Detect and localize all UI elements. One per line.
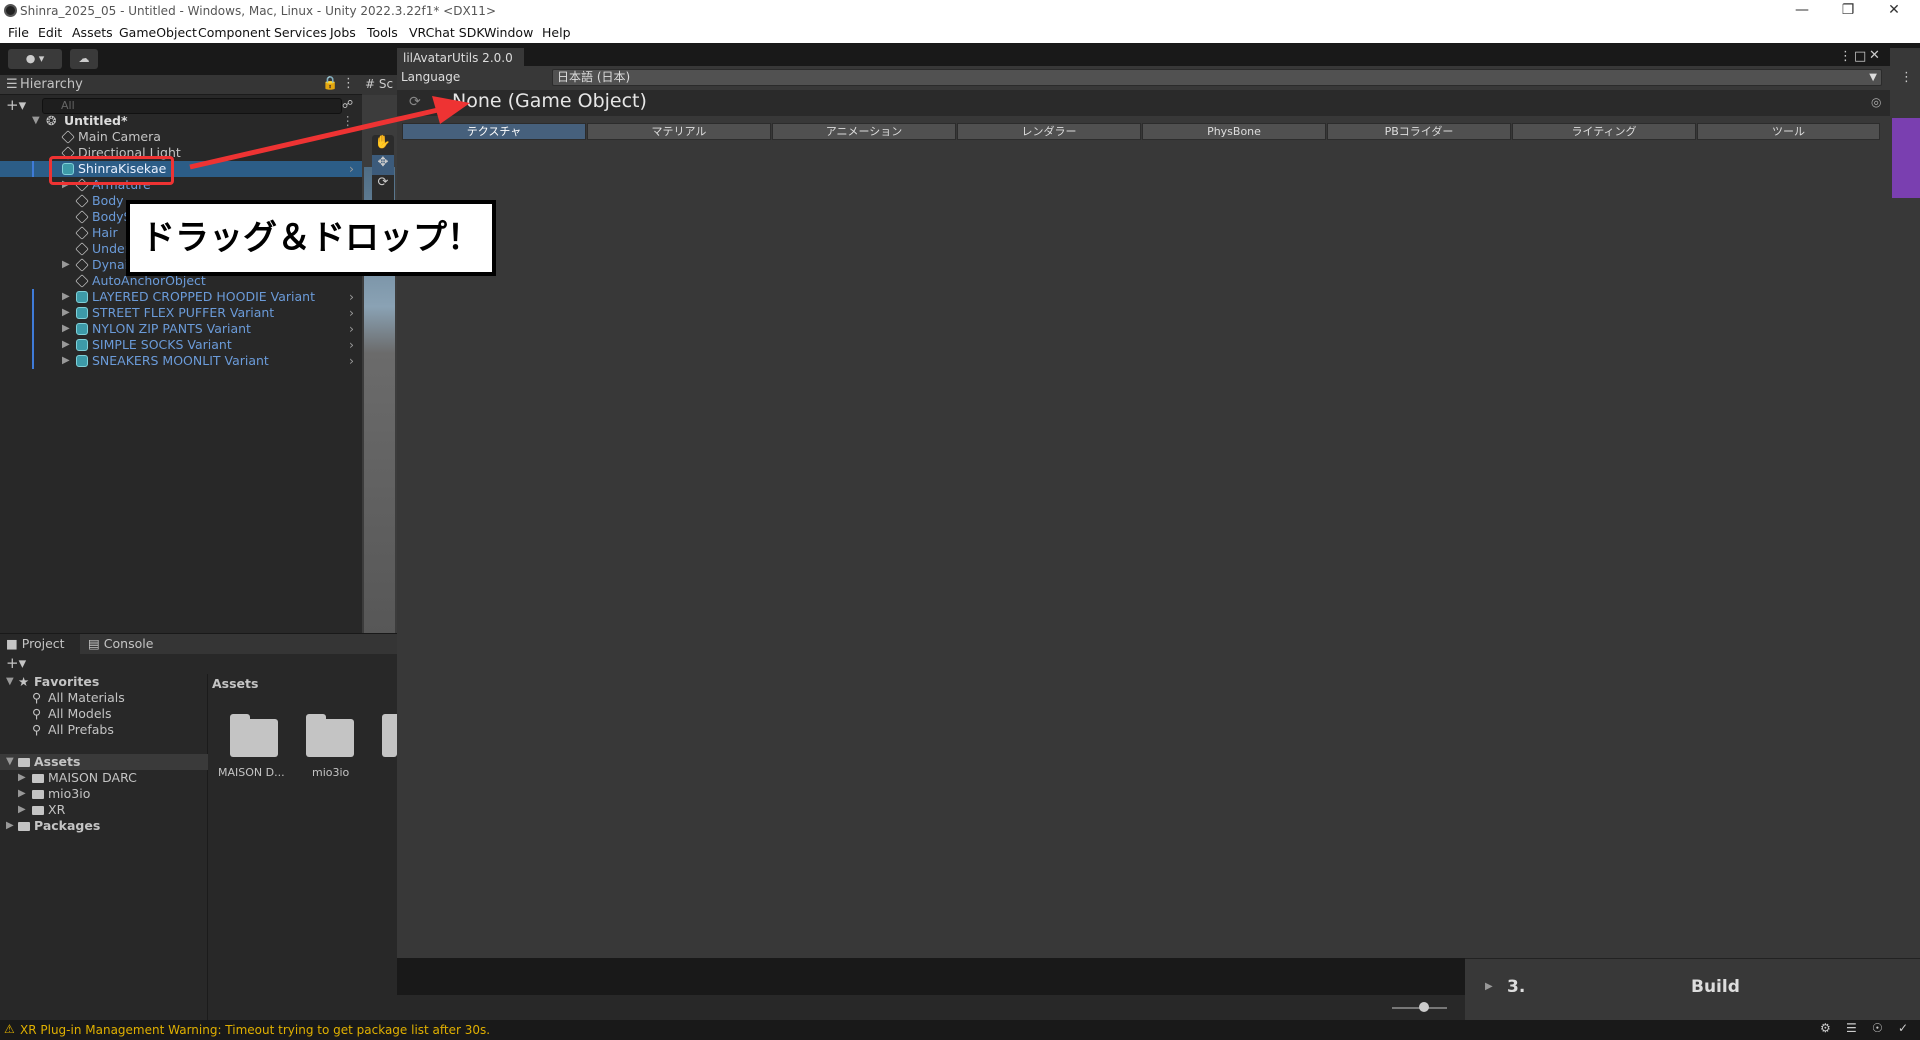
drag-arrow <box>189 96 470 170</box>
drag-drop-callout: ドラッグ＆ドロップ！ <box>126 200 496 276</box>
drag-arrow-line <box>189 107 439 170</box>
drag-arrow-head <box>432 96 470 124</box>
